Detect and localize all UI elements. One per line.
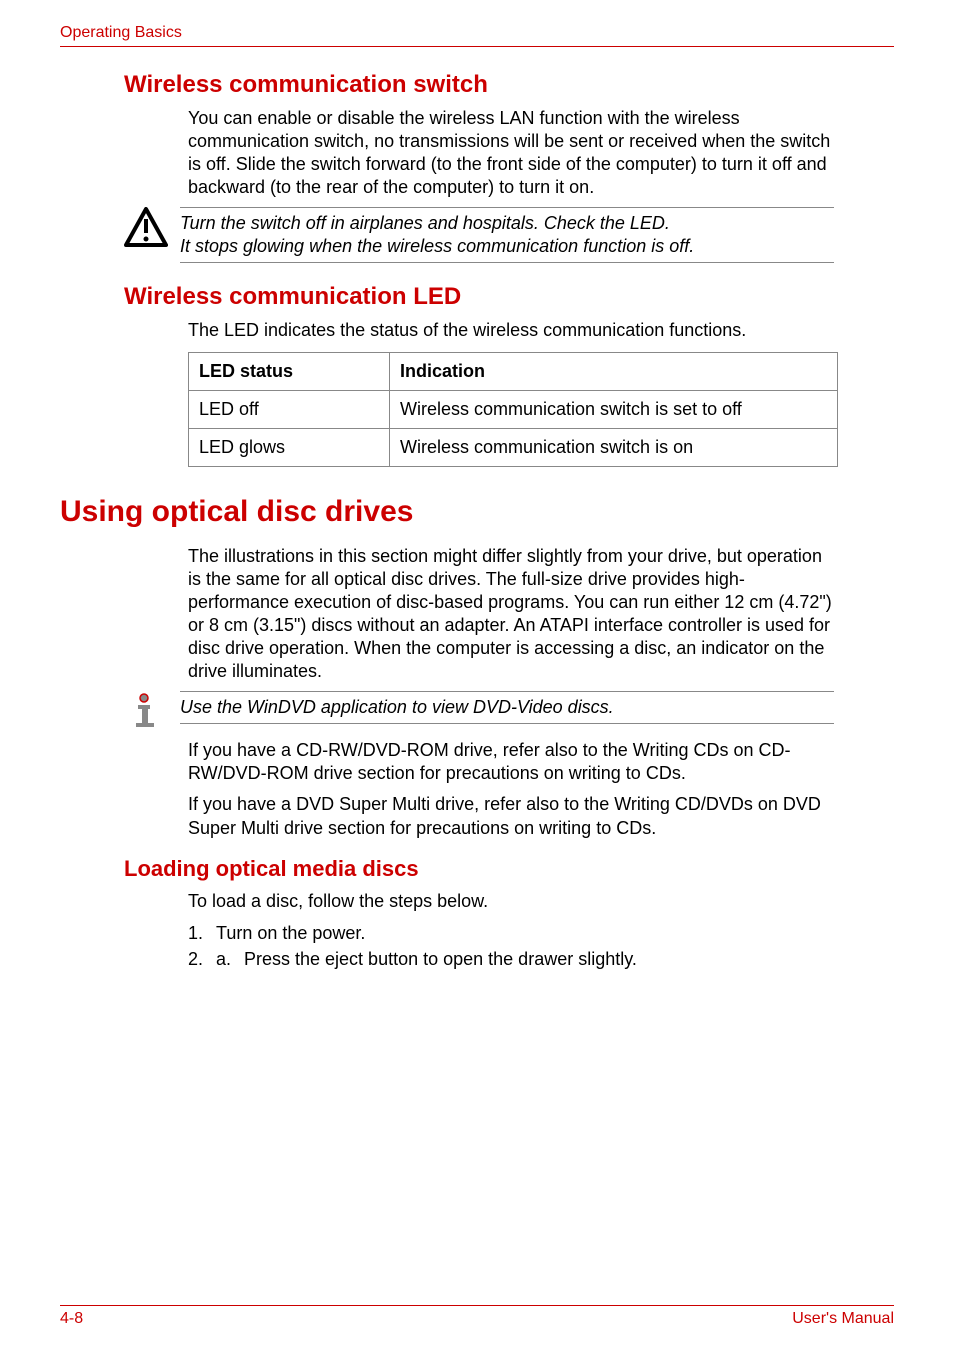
step-number-2: 2. (188, 947, 216, 971)
step-number-1: 1. (188, 921, 216, 945)
heading-wireless-led: Wireless communication LED (124, 283, 894, 311)
warning-line2: It stops glowing when the wireless commu… (180, 236, 694, 256)
para-wireless-led: The LED indicates the status of the wire… (188, 319, 834, 342)
td-led-glows: LED glows (189, 429, 390, 467)
step-text-1: Turn on the power. (216, 921, 365, 945)
para-optical: The illustrations in this section might … (188, 545, 834, 683)
para-loading: To load a disc, follow the steps below. (188, 890, 834, 913)
led-table: LED status Indication LED off Wireless c… (188, 352, 838, 467)
table-row: LED glows Wireless communication switch … (189, 429, 838, 467)
running-header: Operating Basics (60, 24, 894, 47)
info-icon (124, 691, 180, 731)
manual-label: User's Manual (792, 1310, 894, 1328)
step-list: 1. Turn on the power. 2. a. Press the ej… (188, 921, 834, 972)
heading-optical-drives: Using optical disc drives (60, 495, 894, 529)
heading-loading-discs: Loading optical media discs (124, 856, 894, 882)
warning-block: Turn the switch off in airplanes and hos… (124, 207, 834, 263)
td-led-off: LED off (189, 391, 390, 429)
heading-wireless-switch: Wireless communication switch (124, 71, 894, 99)
list-item: 2. a. Press the eject button to open the… (188, 947, 834, 971)
step-sub-a: a. (216, 947, 244, 971)
warning-text: Turn the switch off in airplanes and hos… (180, 207, 834, 263)
info-block: Use the WinDVD application to view DVD-V… (124, 691, 834, 731)
td-led-glows-ind: Wireless communication switch is on (390, 429, 838, 467)
para-optical-after2: If you have a DVD Super Multi drive, ref… (188, 793, 834, 839)
table-header-row: LED status Indication (189, 353, 838, 391)
td-led-off-ind: Wireless communication switch is set to … (390, 391, 838, 429)
info-text: Use the WinDVD application to view DVD-V… (180, 691, 834, 724)
para-wireless-switch: You can enable or disable the wireless L… (188, 107, 834, 199)
warning-icon (124, 207, 180, 247)
list-item: 1. Turn on the power. (188, 921, 834, 945)
step-text-2a: Press the eject button to open the drawe… (244, 947, 637, 971)
table-row: LED off Wireless communication switch is… (189, 391, 838, 429)
warning-line1: Turn the switch off in airplanes and hos… (180, 213, 670, 233)
th-indication: Indication (390, 353, 838, 391)
page-number: 4-8 (60, 1310, 83, 1328)
para-optical-after1: If you have a CD-RW/DVD-ROM drive, refer… (188, 739, 834, 785)
page-footer: 4-8 User's Manual (60, 1305, 894, 1328)
th-led-status: LED status (189, 353, 390, 391)
